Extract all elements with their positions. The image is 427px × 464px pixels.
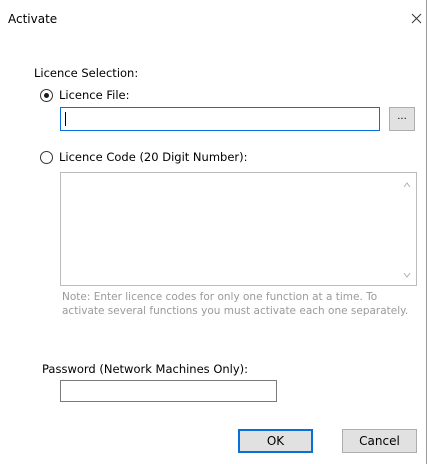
- text-caret: [65, 112, 66, 126]
- licence-file-label: Licence File:: [59, 88, 130, 102]
- close-button[interactable]: [408, 8, 426, 28]
- window-title: Activate: [8, 12, 58, 26]
- licence-code-textarea[interactable]: [60, 172, 417, 286]
- ok-button[interactable]: OK: [238, 429, 313, 453]
- cancel-button[interactable]: Cancel: [342, 429, 417, 453]
- licence-code-note: Note: Enter licence codes for only one f…: [62, 291, 409, 317]
- licence-file-radio[interactable]: [40, 88, 53, 102]
- browse-button[interactable]: ...: [389, 107, 415, 131]
- activate-dialog: Activate Licence Selection: Licence File…: [0, 0, 427, 464]
- licence-code-option[interactable]: Licence Code (20 Digit Number):: [40, 150, 247, 164]
- password-label: Password (Network Machines Only):: [42, 362, 249, 376]
- title-bar: Activate: [0, 0, 427, 40]
- licence-file-option[interactable]: Licence File:: [40, 88, 129, 102]
- licence-file-input[interactable]: [60, 107, 380, 131]
- licence-code-radio[interactable]: [40, 150, 53, 164]
- close-icon: [411, 13, 422, 24]
- licence-code-label: Licence Code (20 Digit Number):: [59, 150, 248, 164]
- licence-selection-heading: Licence Selection:: [34, 66, 139, 80]
- scroll-up-icon[interactable]: [402, 179, 412, 189]
- scroll-down-icon[interactable]: [402, 269, 412, 279]
- password-input[interactable]: [60, 380, 277, 402]
